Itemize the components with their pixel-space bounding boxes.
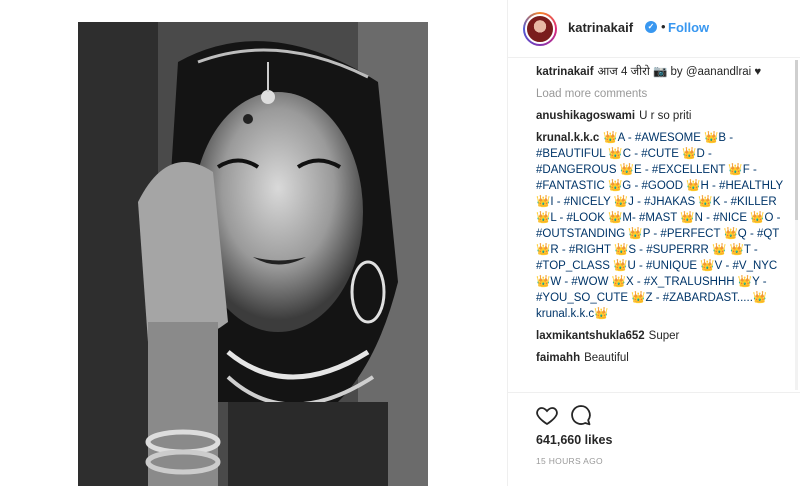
comment-item: anushikagoswami U r so priti	[536, 108, 786, 124]
comment-username[interactable]: anushikagoswami	[536, 110, 635, 122]
speech-bubble-icon[interactable]	[569, 403, 593, 427]
comment-text: U r so priti	[639, 110, 692, 122]
load-more-comments-link[interactable]: Load more comments	[536, 86, 786, 102]
post-sidebar: katrinakaif ✓ • Follow katrinakaif आज 4 ज…	[508, 0, 800, 486]
heart-outline-icon[interactable]	[535, 403, 559, 427]
post-actions: 641,660 likes 15 HOURS AGO	[508, 392, 800, 486]
comment-item: faimahh Beautiful	[536, 350, 786, 366]
comment-text: 👑A - #AWESOME 👑B - #BEAUTIFUL 👑C - #CUTE…	[536, 132, 783, 320]
comments-scrollbar[interactable]	[795, 60, 798, 390]
caption-username[interactable]: katrinakaif	[536, 66, 594, 78]
comments-list[interactable]: katrinakaif आज 4 जीरो 📷 by @aanandlrai ♥ …	[536, 64, 786, 384]
verified-badge-icon: ✓	[645, 21, 657, 33]
comment-username[interactable]: faimahh	[536, 352, 580, 364]
post-timestamp[interactable]: 15 HOURS AGO	[536, 456, 603, 466]
post-header: katrinakaif ✓ • Follow	[508, 0, 800, 58]
comment-item: krunal.k.k.c 👑A - #AWESOME 👑B - #BEAUTIFU…	[536, 130, 786, 322]
likes-count[interactable]: 641,660 likes	[536, 433, 612, 447]
post-photo-illustration	[78, 22, 428, 486]
comment-username[interactable]: laxmikantshukla652	[536, 330, 645, 342]
comment-text: Beautiful	[584, 352, 629, 364]
comment-text: Super	[648, 330, 680, 342]
caption: katrinakaif आज 4 जीरो 📷 by @aanandlrai ♥	[536, 64, 786, 80]
avatar-image	[525, 14, 555, 44]
follow-button[interactable]: Follow	[668, 20, 709, 35]
comment-item: laxmikantshukla652 Super	[536, 328, 786, 344]
caption-text: आज 4 जीरो 📷 by @aanandlrai ♥	[597, 66, 762, 78]
avatar[interactable]	[523, 12, 557, 46]
photo-pane	[0, 0, 507, 486]
header-separator: •	[661, 19, 666, 34]
post-photo[interactable]	[78, 22, 428, 486]
header-username[interactable]: katrinakaif	[568, 20, 633, 35]
comment-username[interactable]: krunal.k.k.c	[536, 132, 599, 144]
